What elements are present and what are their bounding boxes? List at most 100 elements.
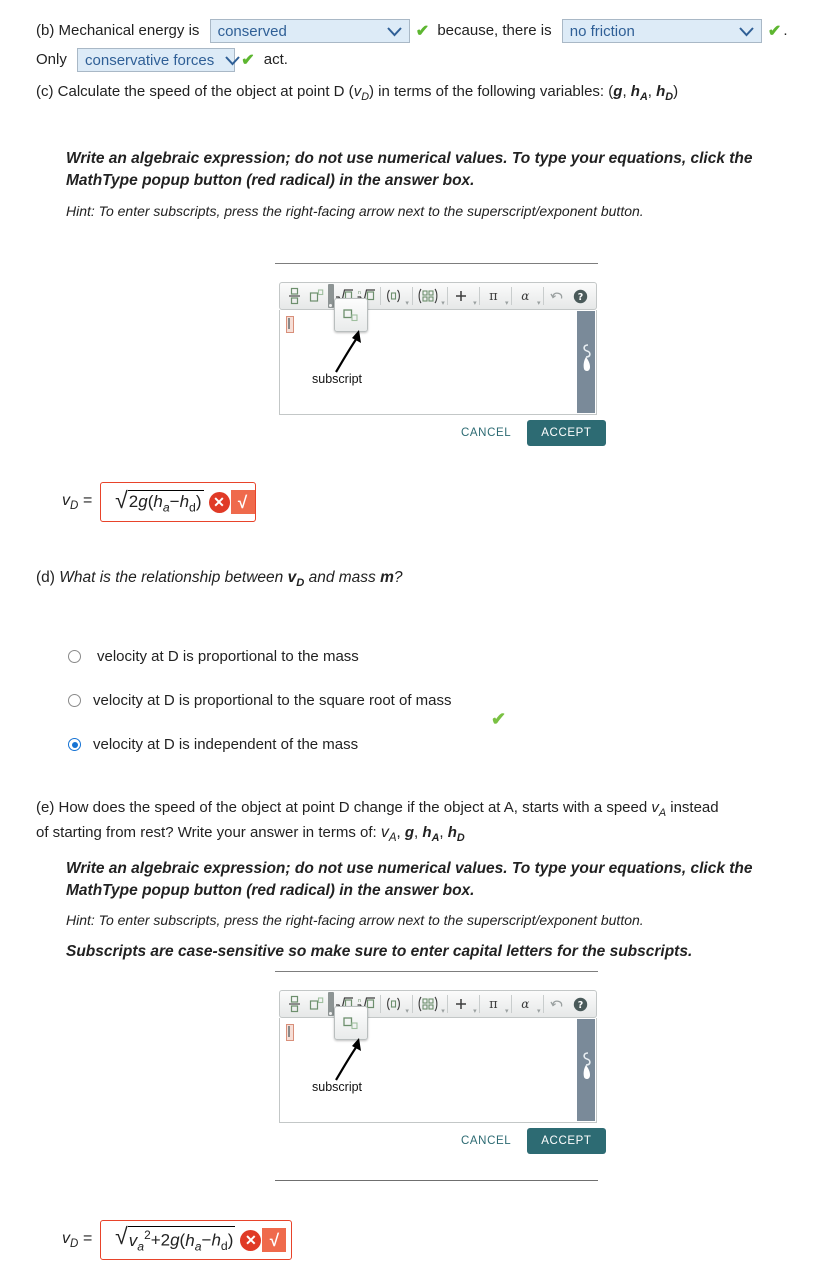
divider-top-2	[275, 971, 598, 972]
accept-button-2[interactable]: ACCEPT	[527, 1128, 606, 1154]
help-icon[interactable]: ?	[568, 992, 592, 1016]
radio-option-2[interactable]: velocity at D is proportional to the squ…	[68, 692, 452, 709]
superscript-icon[interactable]	[306, 992, 328, 1016]
fraction-icon[interactable]	[284, 284, 306, 308]
part-c-hint: Hint: To enter subscripts, press the rig…	[66, 203, 644, 219]
subscript-icon	[343, 308, 358, 321]
dropdown-forces[interactable]: conservative forces	[77, 48, 240, 72]
toolbar-separator	[447, 287, 449, 305]
mathtype-canvas-2[interactable]: subscript	[279, 1006, 597, 1123]
radio-label-1: velocity at D is proportional to the mas…	[97, 648, 359, 665]
part-b-line2: Only conservative forces ✔ act.	[36, 48, 288, 72]
chevron-down-icon[interactable]: ▾	[472, 283, 477, 310]
check-icon-energy: ✔	[415, 23, 430, 40]
toolbar-separator	[511, 995, 513, 1013]
answer-label-c: vD =	[62, 491, 93, 513]
cancel-button-1[interactable]: CANCEL	[459, 423, 513, 443]
radio-button-1[interactable]	[68, 650, 81, 663]
answer-box-c[interactable]: √ 2g(ha−hd) ✕ √	[100, 482, 257, 522]
subscript-tooltip-label-1: subscript	[312, 372, 363, 386]
part-b-mid: because, there is	[437, 21, 552, 39]
toolbar-separator	[379, 287, 381, 305]
mathtype-canvas-1[interactable]: subscript	[279, 298, 597, 415]
chevron-down-icon[interactable]: ▾	[405, 991, 410, 1018]
parenthesis-icon[interactable]	[383, 284, 405, 308]
mathtype-toolbar-2[interactable]: n ▾ ▾ ▾ π ▾ α ▾ ?	[279, 990, 597, 1018]
answer-row-e: vD = √ va2+2g(ha−hd) ✕ √	[62, 1220, 293, 1260]
undo-icon[interactable]	[546, 992, 568, 1016]
chevron-down-icon	[738, 26, 755, 37]
part-b-prefix: (b) Mechanical energy is	[36, 21, 200, 39]
toolbar-separator	[543, 995, 545, 1013]
fraction-icon[interactable]	[284, 992, 306, 1016]
pi-icon[interactable]: π	[482, 992, 504, 1016]
radio-button-3[interactable]	[68, 738, 81, 751]
toolbar-separator	[379, 995, 381, 1013]
chevron-down-icon[interactable]: ▾	[440, 283, 445, 310]
matrix-icon[interactable]	[415, 992, 441, 1016]
radio-option-1[interactable]: velocity at D is proportional to the mas…	[68, 648, 359, 665]
divider-top-1	[275, 263, 598, 264]
part-b-act: act.	[263, 50, 288, 68]
dropdown-friction[interactable]: no friction	[561, 19, 762, 43]
toolbar-separator	[479, 287, 481, 305]
mathtype-popup-button-c[interactable]: √	[230, 490, 255, 514]
handwriting-icon	[583, 344, 591, 372]
part-e-hint: Hint: To enter subscripts, press the rig…	[66, 912, 644, 928]
dropdown-friction-value: no friction	[569, 22, 635, 40]
chevron-down-icon[interactable]: ▾	[472, 991, 477, 1018]
check-icon-friction: ✔	[767, 23, 782, 40]
plus-minus-icon[interactable]	[450, 284, 472, 308]
answer-box-e[interactable]: √ va2+2g(ha−hd) ✕ √	[100, 1220, 293, 1260]
mathtype-footer-2: CANCEL ACCEPT	[459, 1128, 606, 1154]
subscript-popup-button-2[interactable]	[334, 1006, 368, 1040]
toolbar-separator	[543, 287, 545, 305]
mathtype-toolbar-1[interactable]: n ▾ ▾ ▾ π ▾ α ▾ ?	[279, 282, 597, 310]
chevron-down-icon[interactable]: ▾	[405, 283, 410, 310]
radio-option-3[interactable]: velocity at D is independent of the mass	[68, 736, 358, 753]
parenthesis-icon[interactable]	[383, 992, 405, 1016]
clear-answer-button-c[interactable]: ✕	[208, 491, 230, 513]
part-e-note: Subscripts are case-sensitive so make su…	[66, 943, 693, 960]
mathtype-panel-1[interactable]: n ▾ ▾ ▾ π ▾ α ▾ ? subscript CANCEL ACCEP…	[279, 282, 606, 446]
part-b-only: Only	[36, 50, 67, 68]
answer-expression-c: √ 2g(ha−hd)	[115, 486, 204, 515]
help-icon[interactable]: ?	[568, 284, 592, 308]
matrix-icon[interactable]	[415, 284, 441, 308]
chevron-down-icon[interactable]: ▾	[536, 991, 541, 1018]
part-c-end: )	[673, 83, 679, 100]
superscript-icon[interactable]	[306, 284, 328, 308]
chevron-down-icon[interactable]: ▾	[504, 991, 509, 1018]
toolbar-separator	[411, 995, 413, 1013]
alpha-icon[interactable]: α	[514, 992, 536, 1016]
mathtype-popup-button-e[interactable]: √	[262, 1228, 287, 1252]
chevron-down-icon	[224, 55, 241, 66]
pi-icon[interactable]: π	[482, 284, 504, 308]
subscript-popup-button-1[interactable]	[334, 298, 368, 332]
chevron-down-icon[interactable]: ▾	[440, 991, 445, 1018]
pointer-arrow-2	[335, 1038, 361, 1081]
part-c-question: (c) Calculate the speed of the object at…	[36, 83, 679, 103]
part-c-instruction: Write an algebraic expression; do not us…	[66, 150, 753, 190]
alpha-icon[interactable]: α	[514, 284, 536, 308]
radio-button-2[interactable]	[68, 694, 81, 707]
clear-answer-button-e[interactable]: ✕	[240, 1229, 262, 1251]
dropdown-energy[interactable]: conserved	[209, 19, 410, 43]
plus-minus-icon[interactable]	[450, 992, 472, 1016]
handwriting-panel-1[interactable]	[577, 311, 595, 413]
accept-button-1[interactable]: ACCEPT	[527, 420, 606, 446]
divider-bottom-2	[275, 1180, 598, 1181]
toolbar-separator	[447, 995, 449, 1013]
answer-row-c: vD = √ 2g(ha−hd) ✕ √	[62, 482, 257, 522]
part-c-pre: (c) Calculate the speed of the object at…	[36, 83, 354, 100]
cancel-button-2[interactable]: CANCEL	[459, 1131, 513, 1151]
radio-label-2: velocity at D is proportional to the squ…	[93, 692, 452, 709]
assignment-page: (b) Mechanical energy is conserved ✔ bec…	[0, 0, 833, 1285]
mathtype-panel-2[interactable]: n ▾ ▾ ▾ π ▾ α ▾ ? subscript CANCEL ACCEP…	[279, 990, 606, 1154]
chevron-down-icon[interactable]: ▾	[536, 283, 541, 310]
text-cursor	[286, 316, 294, 333]
undo-icon[interactable]	[546, 284, 568, 308]
handwriting-panel-2[interactable]	[577, 1019, 595, 1121]
text-cursor	[286, 1024, 294, 1041]
chevron-down-icon[interactable]: ▾	[504, 283, 509, 310]
